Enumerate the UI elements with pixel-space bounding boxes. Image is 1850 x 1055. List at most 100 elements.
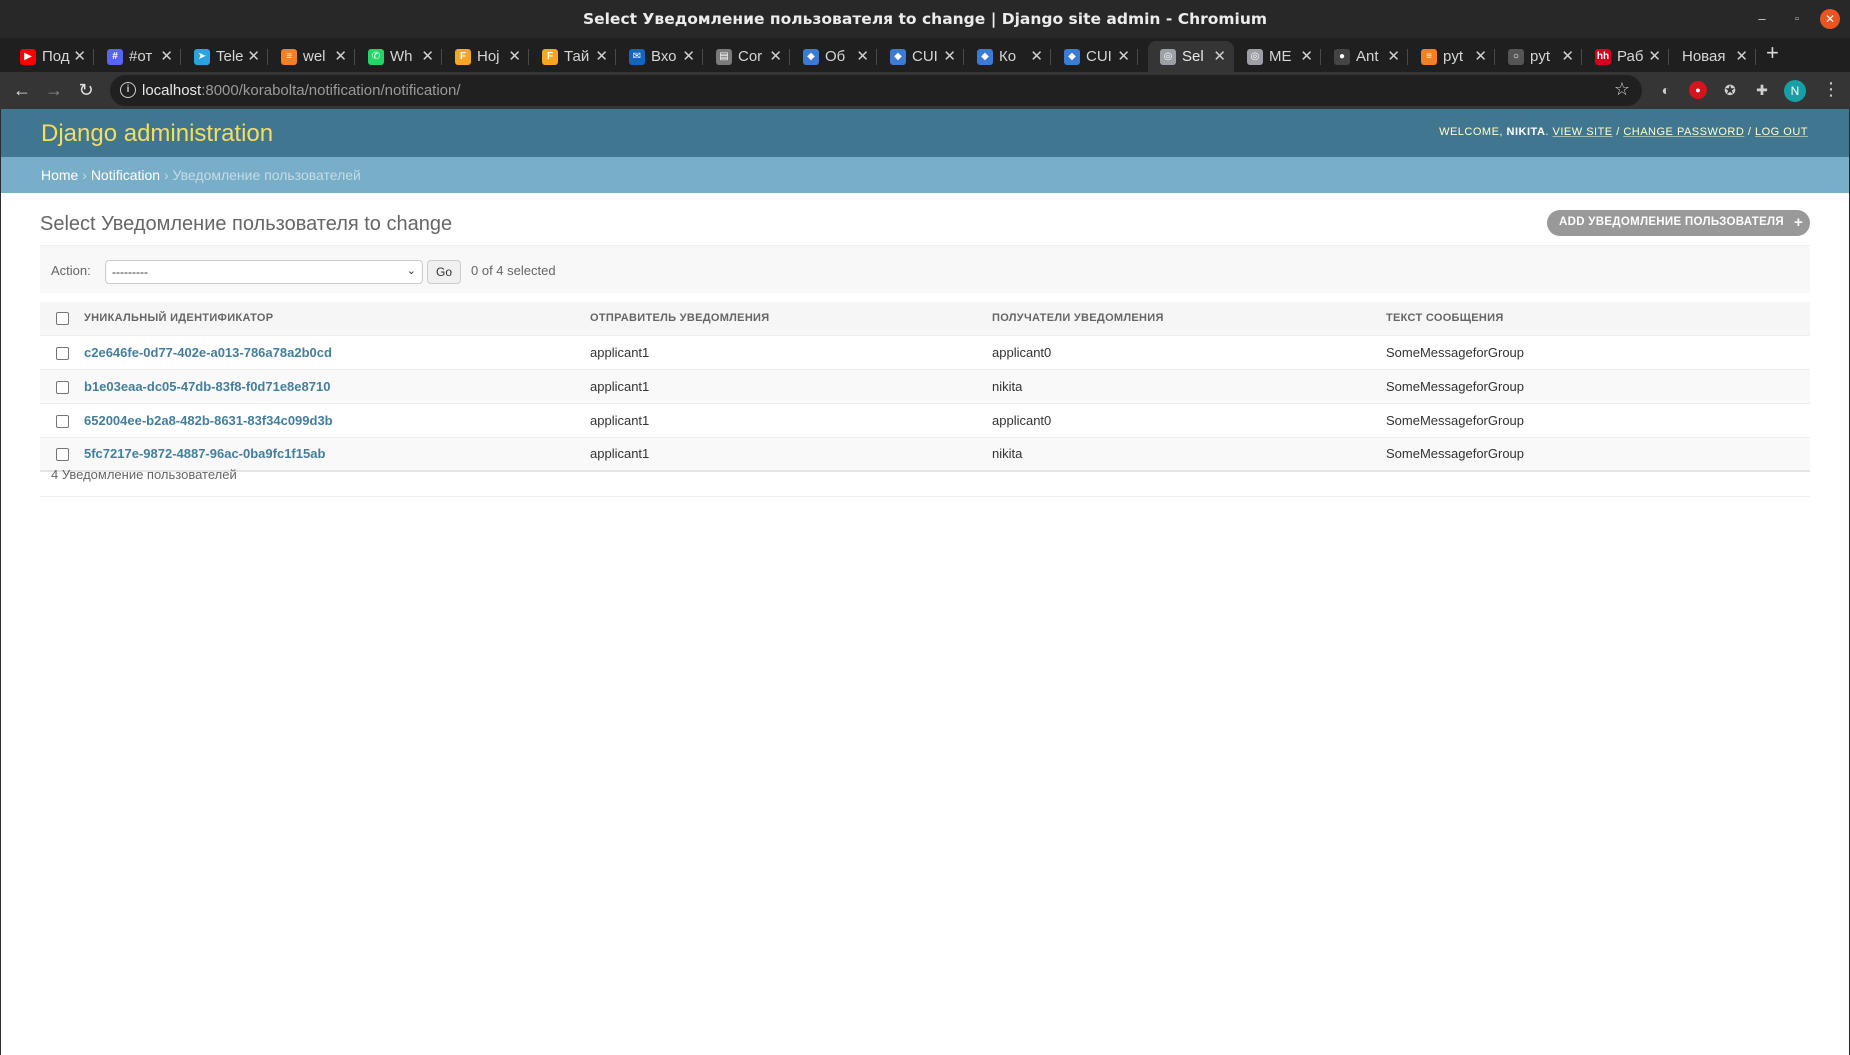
tab-label: Новая xyxy=(1682,48,1726,65)
tab-close-icon[interactable]: ✕ xyxy=(595,47,608,65)
back-icon[interactable]: ← xyxy=(10,78,34,102)
column-header-sender[interactable]: ОТПРАВИТЕЛЬ УВЕДОМЛЕНИЯ xyxy=(588,302,990,336)
url-text[interactable]: localhost:8000/korabolta/notification/no… xyxy=(142,82,461,99)
row-id-link[interactable]: 652004ee-b2a8-482b-8631-83f34c099d3b xyxy=(84,413,333,428)
tab-2[interactable]: ➤ Tele ✕ xyxy=(182,41,268,72)
column-header-text[interactable]: ТЕКСТ СООБЩЕНИЯ xyxy=(1384,302,1810,336)
tab-close-icon[interactable]: ✕ xyxy=(682,47,695,65)
fs-icon: F xyxy=(542,48,558,65)
recipients-cell: applicant0 xyxy=(990,403,1384,438)
extension-red-icon[interactable]: ● xyxy=(1689,81,1707,99)
tab-close-icon[interactable]: ✕ xyxy=(856,47,869,65)
tab-15[interactable]: ● Ant ✕ xyxy=(1322,41,1408,72)
tab-close-icon[interactable]: ✕ xyxy=(1561,47,1574,65)
add-notification-button[interactable]: ADD УВЕДОМЛЕНИЕ ПОЛЬЗОВАТЕЛЯ + xyxy=(1547,210,1810,236)
puzzle-icon[interactable]: ✚ xyxy=(1753,81,1771,99)
tab-close-icon[interactable]: ✕ xyxy=(508,47,521,65)
stackoverflow-icon: ≡ xyxy=(281,48,297,65)
row-id-link[interactable]: b1e03eaa-dc05-47db-83f8-f0d71e8e8710 xyxy=(84,379,330,394)
tab-separator xyxy=(789,49,790,65)
tab-close-icon[interactable]: ✕ xyxy=(247,47,260,65)
tab-18[interactable]: hh Раб ✕ xyxy=(1583,41,1669,72)
tab-close-icon[interactable]: ✕ xyxy=(1030,47,1043,65)
tab-0[interactable]: ▶ Под ✕ xyxy=(8,41,94,72)
tab-separator xyxy=(354,49,355,65)
window-border-left xyxy=(0,109,1,1055)
log-out-link[interactable]: LOG OUT xyxy=(1755,126,1808,138)
row-checkbox[interactable] xyxy=(55,346,69,360)
select-all-cell xyxy=(40,302,82,336)
tab-7[interactable]: ✉ Вхо ✕ xyxy=(617,41,703,72)
tab-close-icon[interactable]: ✕ xyxy=(1300,47,1313,65)
tab-close-icon[interactable]: ✕ xyxy=(334,47,347,65)
column-header-recipients[interactable]: ПОЛУЧАТЕЛИ УВЕДОМЛЕНИЯ xyxy=(990,302,1384,336)
forward-icon[interactable]: → xyxy=(42,78,66,102)
tab-close-icon[interactable]: ✕ xyxy=(1474,47,1487,65)
go-button[interactable]: Go xyxy=(427,260,461,284)
mail-icon: ✉ xyxy=(629,48,645,65)
tab-close-icon[interactable]: ✕ xyxy=(1648,47,1661,65)
change-password-link[interactable]: CHANGE PASSWORD xyxy=(1623,126,1744,138)
bookmark-star-icon[interactable]: ☆ xyxy=(1614,79,1630,100)
tab-5[interactable]: F Ној ✕ xyxy=(443,41,529,72)
reload-icon[interactable]: ↻ xyxy=(74,78,98,102)
address-bar[interactable]: i localhost:8000/korabolta/notification/… xyxy=(110,75,1642,106)
tab-close-icon[interactable]: ✕ xyxy=(421,47,434,65)
tab-11[interactable]: ◆ Ко ✕ xyxy=(965,41,1051,72)
view-site-link[interactable]: VIEW SITE xyxy=(1553,126,1613,138)
tab-6[interactable]: F Тай ✕ xyxy=(530,41,616,72)
site-branding[interactable]: Django administration xyxy=(41,120,273,148)
doc-icon: ▤ xyxy=(716,48,732,65)
row-select-cell xyxy=(40,369,82,404)
tab-4[interactable]: ✆ Wh ✕ xyxy=(356,41,442,72)
tab-label: Под xyxy=(42,48,70,65)
row-checkbox[interactable] xyxy=(55,380,69,394)
window-title: Select Уведомление пользователя to chang… xyxy=(582,10,1268,28)
tab-close-icon[interactable]: ✕ xyxy=(943,47,956,65)
tab-close-icon[interactable]: ✕ xyxy=(73,47,86,65)
extension-icon[interactable]: ◐ xyxy=(1657,81,1675,99)
tab-3[interactable]: ≡ wel ✕ xyxy=(269,41,355,72)
tab-16[interactable]: ≡ pyt ✕ xyxy=(1409,41,1495,72)
id-cell: b1e03eaa-dc05-47db-83f8-f0d71e8e8710 xyxy=(82,369,588,404)
tab-12[interactable]: ◆ CUI ✕ xyxy=(1052,41,1138,72)
whatsapp-icon: ✆ xyxy=(368,48,384,65)
tab-close-icon[interactable]: ✕ xyxy=(160,47,173,65)
breadcrumb-app[interactable]: Notification xyxy=(91,167,160,183)
tab-close-icon[interactable]: ✕ xyxy=(1213,47,1226,65)
minimize-icon[interactable]: – xyxy=(1752,9,1772,29)
tab-19[interactable]: Новая ✕ xyxy=(1670,41,1756,72)
tab-1[interactable]: # #от ✕ xyxy=(95,41,181,72)
tab-close-icon[interactable]: ✕ xyxy=(769,47,782,65)
extension-star-icon[interactable]: ✪ xyxy=(1721,81,1739,99)
select-all-checkbox[interactable] xyxy=(55,311,69,325)
search-icon: ○ xyxy=(1508,48,1524,65)
window-titlebar: Select Уведомление пользователя to chang… xyxy=(0,0,1850,38)
tab-separator xyxy=(267,49,268,65)
tab-close-icon[interactable]: ✕ xyxy=(1117,47,1130,65)
tab-10[interactable]: ◆ CUI ✕ xyxy=(878,41,964,72)
tab-14[interactable]: ◎ ME ✕ xyxy=(1235,41,1321,72)
breadcrumb-sep: › xyxy=(160,167,173,183)
menu-icon[interactable]: ⋮ xyxy=(1822,79,1840,100)
row-checkbox[interactable] xyxy=(55,414,69,428)
site-info-icon[interactable]: i xyxy=(120,82,136,98)
maximize-icon[interactable]: ▫ xyxy=(1787,9,1807,29)
column-header-id[interactable]: УНИКАЛЬНЫЙ ИДЕНТИФИКАТОР xyxy=(82,302,588,336)
username: NIKITA xyxy=(1506,126,1546,138)
action-select[interactable]: --------- ⌄ xyxy=(105,260,423,284)
tab-9[interactable]: ◆ Об ✕ xyxy=(791,41,877,72)
tab-label: Об xyxy=(825,48,846,65)
tab-label: Ant xyxy=(1356,48,1379,65)
row-id-link[interactable]: c2e646fe-0d77-402e-a013-786a78a2b0cd xyxy=(84,345,332,360)
tab-8[interactable]: ▤ Cor ✕ xyxy=(704,41,790,72)
tab-close-icon[interactable]: ✕ xyxy=(1735,47,1748,65)
tab-close-icon[interactable]: ✕ xyxy=(1387,47,1400,65)
tab-13[interactable]: ◎ Sel ✕ xyxy=(1148,41,1234,72)
text-cell: SomeMessageforGroup xyxy=(1384,403,1810,438)
new-tab-icon[interactable]: + xyxy=(1766,40,1779,66)
tab-17[interactable]: ○ pyt ✕ xyxy=(1496,41,1582,72)
profile-avatar[interactable]: N xyxy=(1784,80,1806,102)
close-window-icon[interactable]: ✕ xyxy=(1820,9,1840,29)
breadcrumb-home[interactable]: Home xyxy=(41,167,78,183)
